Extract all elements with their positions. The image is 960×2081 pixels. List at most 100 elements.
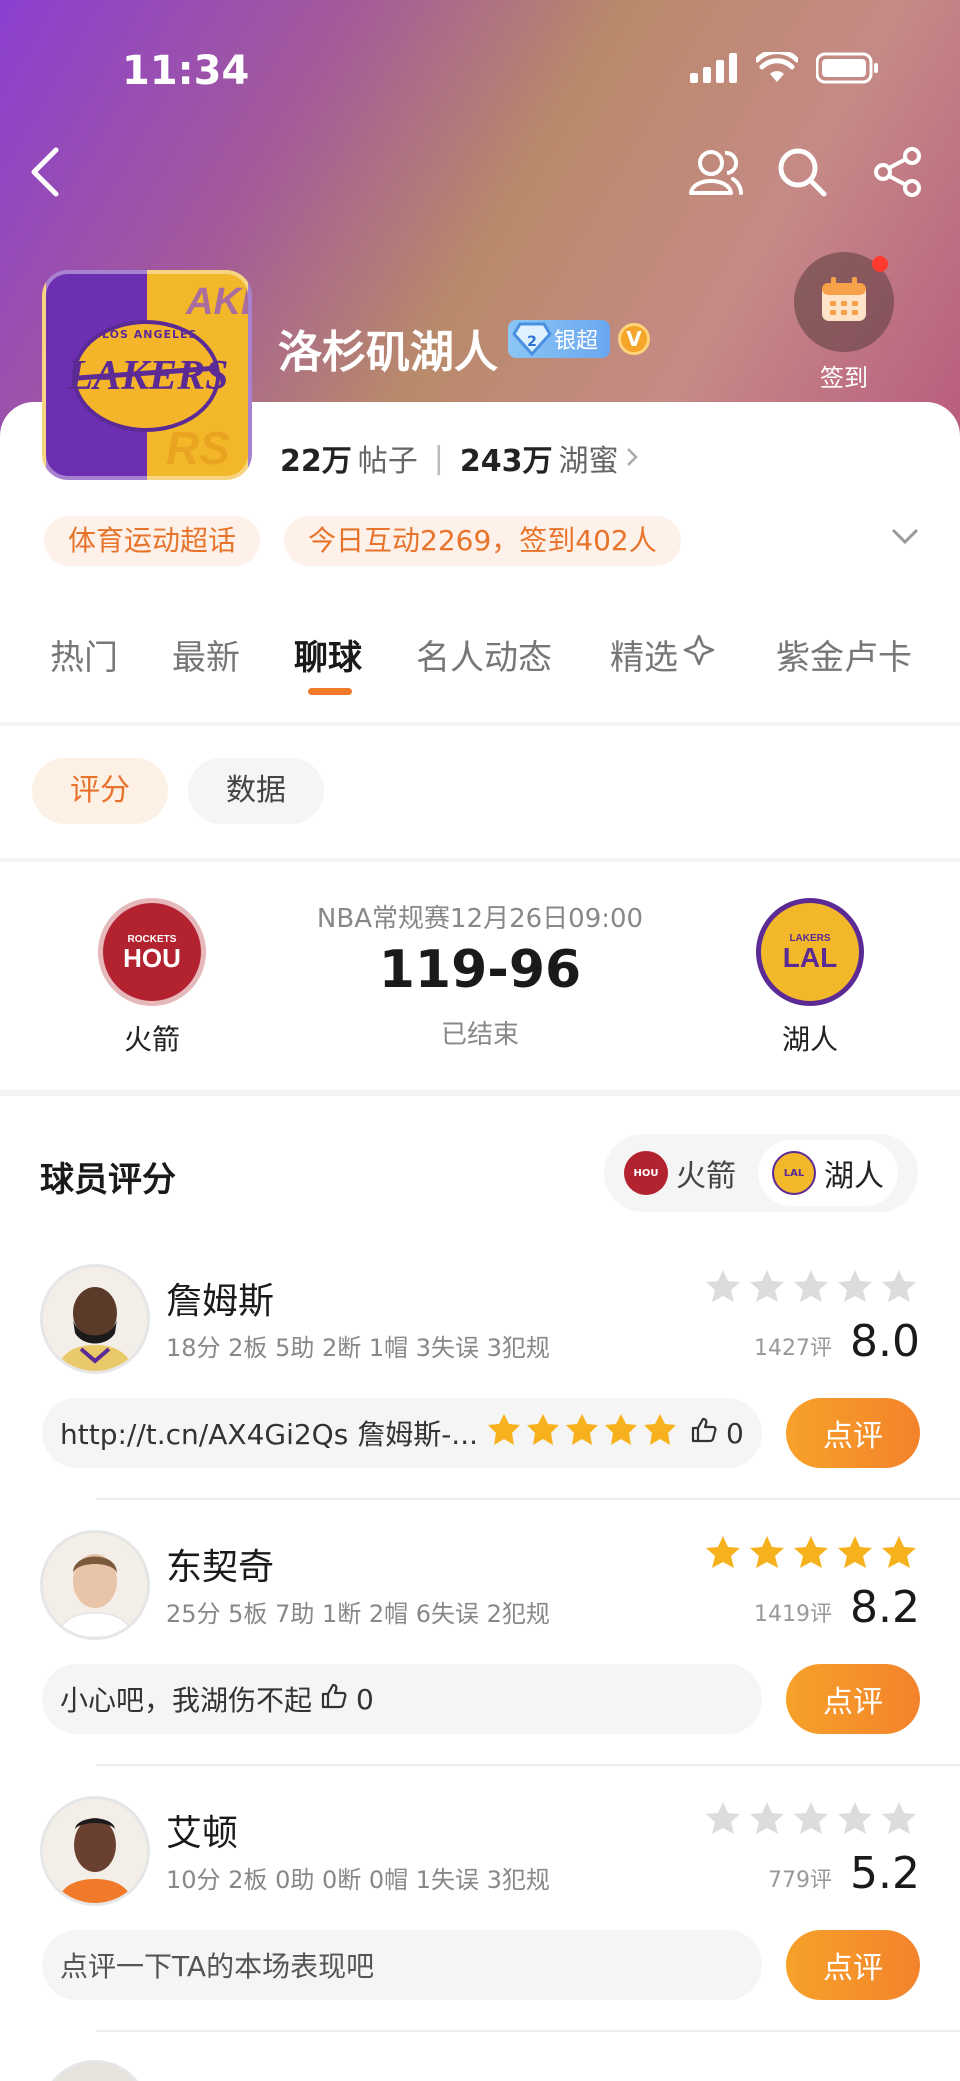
tab-hot[interactable]: 热门: [50, 630, 118, 679]
away-team-name: 湖人: [781, 1023, 838, 1056]
player-avatar[interactable]: [40, 1530, 150, 1640]
search-icon[interactable]: [770, 140, 834, 204]
tab-chat[interactable]: 聊球: [294, 630, 362, 679]
player-stats: 18分 2板 5助 2断 1帽 3失误 3犯规: [166, 1334, 550, 1362]
tag-activity[interactable]: 今日互动2269，签到402人: [284, 516, 681, 566]
sub-tabs-section: 评分 数据: [0, 726, 960, 858]
comment-text: http://t.cn/AX4Gi2Qs 詹姆斯-...: [60, 1418, 479, 1451]
top-comment[interactable]: 小心吧，我湖伤不起 0: [42, 1664, 762, 1734]
fans-label[interactable]: 湖蜜: [558, 436, 618, 480]
rockets-mini-logo: HOU: [624, 1151, 668, 1195]
filter-rockets[interactable]: HOU 火箭: [610, 1140, 750, 1206]
calendar-icon: [819, 275, 869, 329]
share-icon[interactable]: [866, 140, 930, 204]
stats-divider: |: [433, 440, 444, 476]
player-row: 詹姆斯 18分 2板 5助 2断 1帽 3失误 3犯规 1427评 8.0 ht…: [0, 1264, 960, 1530]
svg-text:2: 2: [527, 334, 537, 350]
rockets-logo: ROCKETS HOU: [98, 898, 206, 1006]
rating-count: 779评: [768, 1868, 832, 1893]
comment-text: 点评一下TA的本场表现吧: [60, 1950, 375, 1983]
match-card[interactable]: ROCKETS HOU 火箭 NBA常规赛12月26日09:00 119-96 …: [0, 862, 960, 1090]
star-rating[interactable]: [704, 1800, 920, 1838]
badge-row: 2 银超 V: [508, 320, 651, 358]
wifi-icon: [754, 49, 800, 88]
logo-text-top: LOS ANGELES: [102, 328, 198, 341]
filter-rockets-label: 火箭: [676, 1159, 736, 1194]
stars-empty-icon: [706, 1270, 916, 1302]
player-score: 8.0: [850, 1316, 920, 1367]
back-icon[interactable]: [14, 140, 78, 204]
home-team-name: 火箭: [123, 1023, 180, 1056]
stars-filled-icon: [706, 1536, 916, 1568]
logo-text-main: LAKERS: [67, 353, 229, 399]
tab-indicator: [308, 688, 352, 695]
tab-luka[interactable]: 紫金卢卡: [776, 630, 912, 679]
level-badge-label: 银超: [554, 329, 599, 354]
main-tabs: 热门 最新 聊球 名人动态 精选 紫金卢卡: [0, 618, 960, 708]
checkin-label: 签到: [820, 364, 868, 392]
svg-text:AKE: AKE: [185, 281, 248, 323]
player-avatar[interactable]: [40, 1796, 150, 1906]
player-name: 詹姆斯: [166, 1281, 275, 1322]
top-comment[interactable]: http://t.cn/AX4Gi2Qs 詹姆斯-... 0: [42, 1398, 762, 1468]
player-stats: 10分 2板 0助 0断 0帽 1失误 3犯规: [166, 1866, 550, 1894]
match-score: 119-96: [378, 940, 582, 1000]
verified-icon: V: [618, 323, 651, 355]
status-icons: [690, 49, 880, 88]
tags-row: 体育运动超话 今日互动2269，签到402人: [44, 516, 681, 566]
thumbs-up-icon[interactable]: [690, 1416, 718, 1451]
rate-button[interactable]: 点评: [786, 1930, 920, 2000]
comment-prompt[interactable]: 点评一下TA的本场表现吧: [42, 1930, 762, 2000]
chevron-right-icon[interactable]: [624, 441, 640, 476]
fans-count[interactable]: 243万: [460, 436, 553, 480]
rate-button[interactable]: 点评: [786, 1398, 920, 1468]
tab-celebrity[interactable]: 名人动态: [416, 630, 552, 679]
filter-lakers-label: 湖人: [824, 1159, 884, 1194]
checkin-button[interactable]: [794, 252, 894, 352]
star-rating[interactable]: [704, 1534, 920, 1572]
player-name: 东契奇: [166, 1547, 275, 1588]
player-avatar[interactable]: [40, 1264, 150, 1374]
subtab-rating[interactable]: 评分: [32, 758, 168, 824]
star-rating[interactable]: [704, 1268, 920, 1306]
row-divider: [96, 2030, 960, 2032]
notification-dot: [872, 256, 888, 272]
club-name: 洛杉矶湖人: [278, 327, 498, 378]
tab-latest[interactable]: 最新: [172, 630, 240, 679]
lakers-mini-logo: LAL: [772, 1151, 816, 1195]
rockets-logo-abbr: HOU: [123, 942, 181, 973]
player-score: 5.2: [850, 1848, 920, 1899]
chevron-down-icon[interactable]: [890, 526, 920, 550]
members-icon[interactable]: [684, 140, 748, 204]
svg-text:RS: RS: [166, 422, 230, 474]
posts-count: 22万: [280, 444, 352, 479]
player-name: 艾顿: [166, 1813, 239, 1854]
player-row: 艾顿 10分 2板 0助 0断 0帽 1失误 3犯规 779评 5.2 点评一下…: [0, 1796, 960, 2062]
tag-category[interactable]: 体育运动超话: [44, 516, 261, 566]
player-row: 东契奇 25分 5板 7助 1断 2帽 6失误 2犯规 1419评 8.2 小心…: [0, 1530, 960, 1796]
row-divider: [96, 1764, 960, 1766]
lakers-logo-abbr: LAL: [782, 941, 838, 973]
thumbs-up-icon[interactable]: [320, 1682, 348, 1717]
rating-count: 1419评: [754, 1602, 832, 1627]
subtab-data[interactable]: 数据: [188, 758, 324, 824]
lakers-logo: LAKERS LAL: [756, 898, 864, 1006]
stars-empty-icon: [706, 1802, 916, 1834]
top-nav: [0, 140, 960, 230]
player-stats: 25分 5板 7助 1断 2帽 6失误 2犯规: [166, 1600, 550, 1628]
sparkle-icon: [682, 633, 716, 676]
player-score: 8.2: [850, 1582, 920, 1633]
row-divider: [96, 1498, 960, 1500]
ratings-title: 球员评分: [40, 1160, 176, 1200]
level-badge[interactable]: 2 银超: [508, 320, 611, 358]
rate-button[interactable]: 点评: [786, 1664, 920, 1734]
like-count: 0: [726, 1416, 744, 1450]
diamond-icon: 2: [512, 318, 552, 364]
tab-featured[interactable]: 精选: [610, 630, 716, 679]
status-time: 11:34: [122, 48, 250, 94]
match-info: NBA常规赛12月26日09:00: [316, 904, 644, 934]
filter-lakers[interactable]: LAL 湖人: [758, 1140, 898, 1206]
team-filter: HOU 火箭 LAL 湖人: [604, 1134, 918, 1212]
club-logo[interactable]: AKE RS LOS ANGELES LAKERS: [42, 270, 252, 480]
tab-featured-label: 精选: [610, 638, 678, 678]
